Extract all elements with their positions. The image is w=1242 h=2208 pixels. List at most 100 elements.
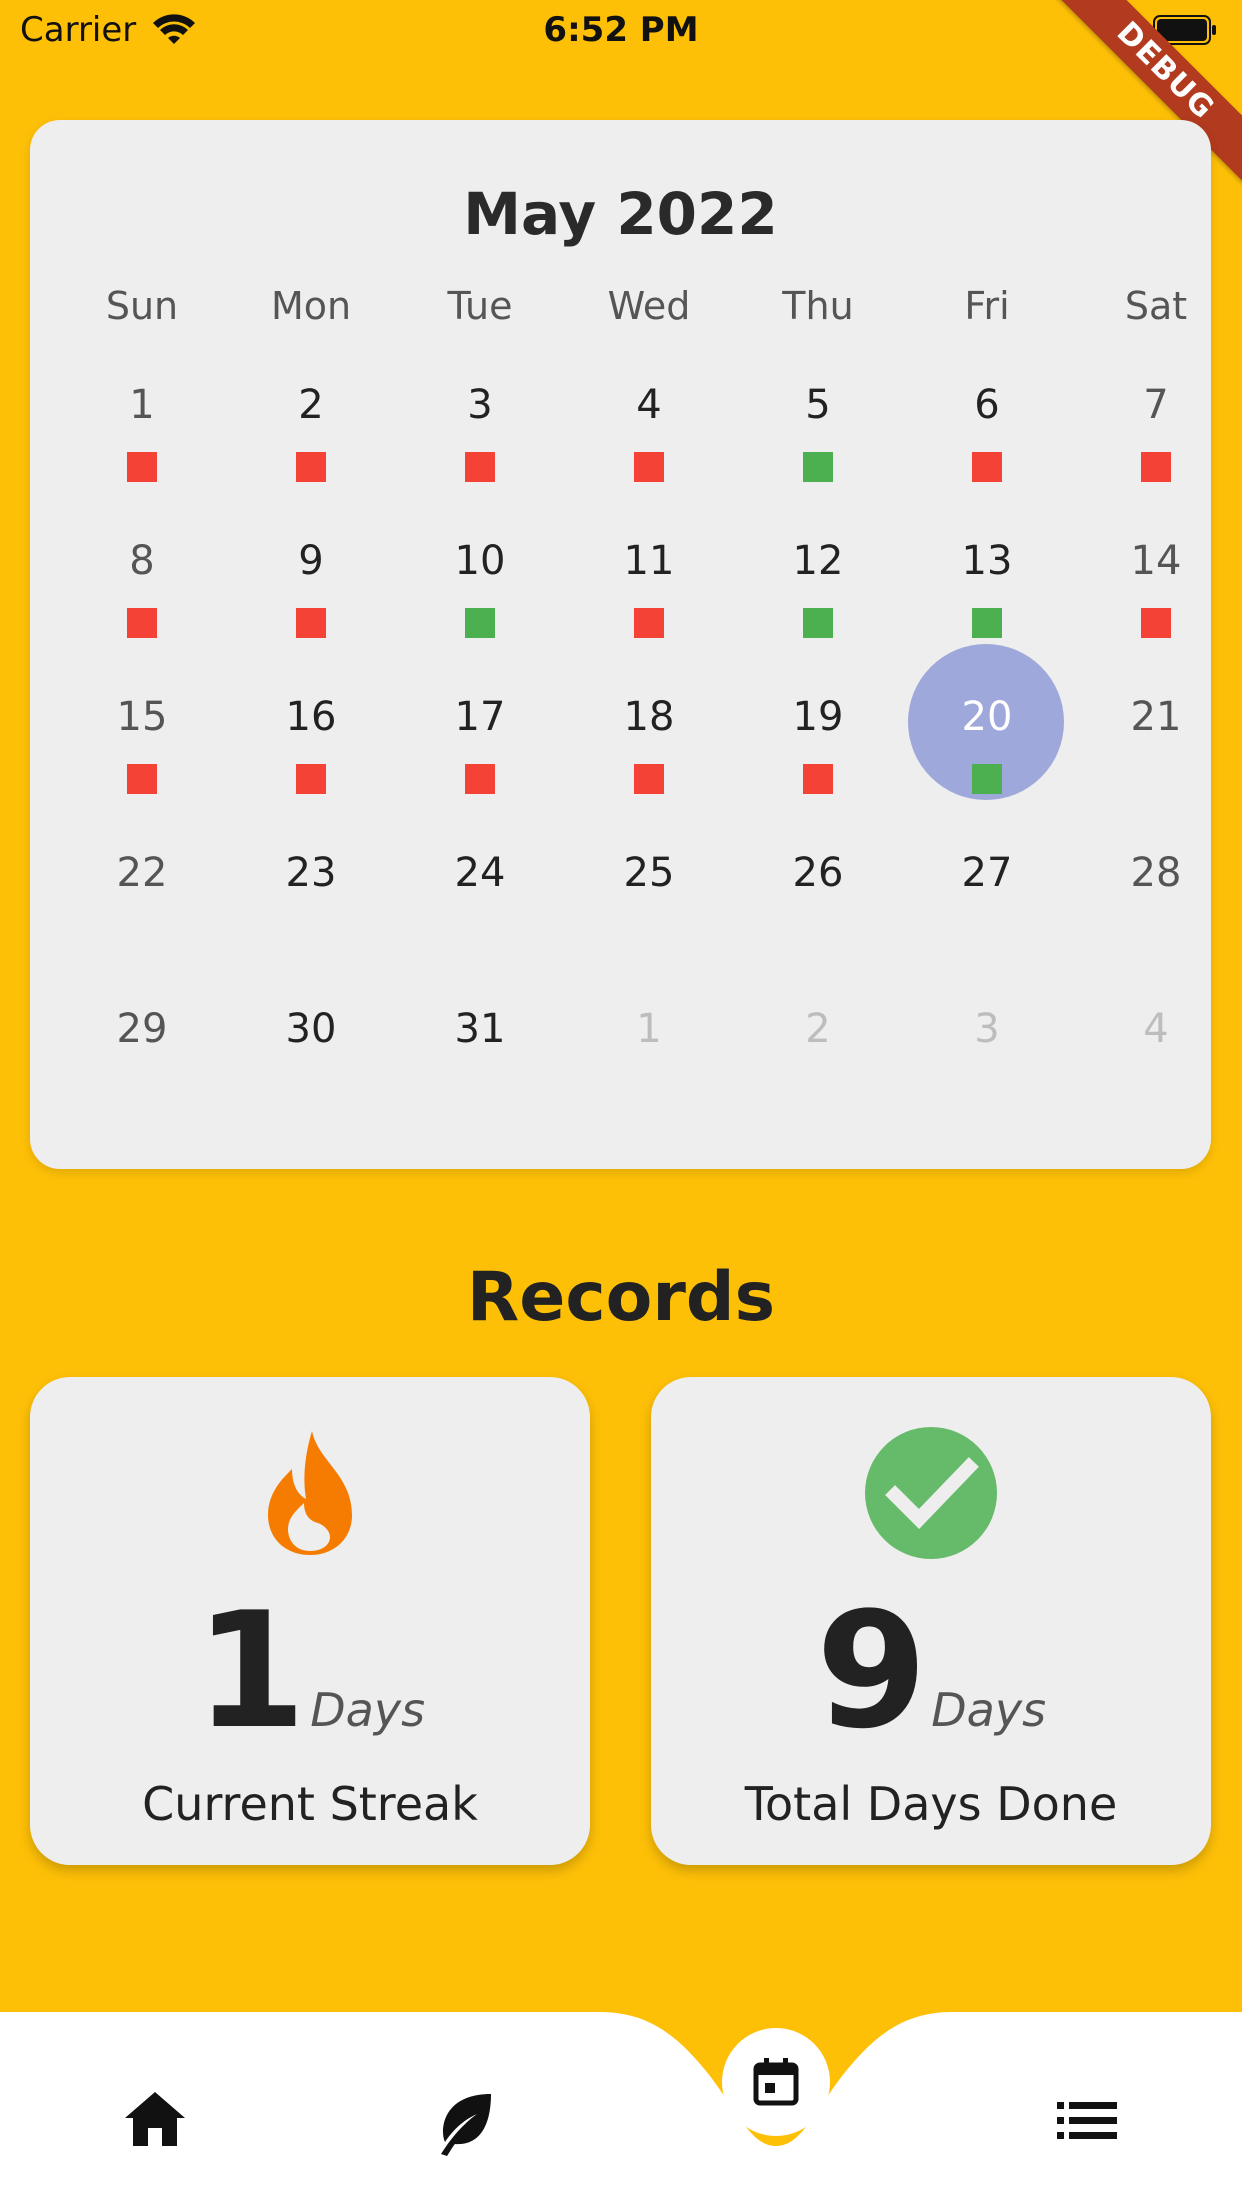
calendar-day-number: 1 <box>129 382 155 428</box>
calendar-day-number: 26 <box>792 850 844 896</box>
missed-marker <box>296 764 326 794</box>
calendar-day-number: 4 <box>1143 1006 1169 1052</box>
status-bar: Carrier 6:52 PM <box>0 0 1242 62</box>
calendar-day-number: 6 <box>974 382 1000 428</box>
calendar-day-number: 16 <box>285 694 337 740</box>
done-marker <box>465 608 495 638</box>
calendar-day[interactable]: 1 <box>565 1006 733 1156</box>
missed-marker <box>1141 608 1171 638</box>
calendar-day[interactable]: 28 <box>1072 850 1240 1000</box>
calendar-day[interactable]: 6 <box>903 382 1071 532</box>
check-circle-icon <box>865 1427 997 1559</box>
calendar-day-number: 2 <box>805 1006 831 1052</box>
calendar-day[interactable]: 21 <box>1072 694 1240 844</box>
missed-marker <box>296 608 326 638</box>
current-streak-card[interactable]: 1Days Current Streak <box>30 1377 590 1865</box>
calendar-day[interactable]: 2 <box>734 1006 902 1156</box>
calendar-day[interactable]: 7 <box>1072 382 1240 532</box>
missed-marker <box>465 764 495 794</box>
calendar-day[interactable]: 19 <box>734 694 902 844</box>
calendar-day-number: 8 <box>129 538 155 584</box>
calendar-day[interactable]: 16 <box>227 694 395 844</box>
calendar-day-number: 25 <box>623 850 675 896</box>
calendar-day-number: 5 <box>805 382 831 428</box>
calendar-day-number: 24 <box>454 850 506 896</box>
missed-marker <box>465 452 495 482</box>
calendar-day[interactable]: 20 <box>903 644 1071 844</box>
calendar-day-number: 9 <box>298 538 324 584</box>
calendar-day[interactable]: 9 <box>227 538 395 688</box>
calendar-day[interactable]: 10 <box>396 538 564 688</box>
records-title: Records <box>466 1258 776 1337</box>
missed-marker <box>127 764 157 794</box>
calendar-day[interactable]: 4 <box>1072 1006 1240 1156</box>
total-days-card[interactable]: 9Days Total Days Done <box>651 1377 1211 1865</box>
missed-marker <box>634 452 664 482</box>
total-days-unit: Days <box>931 1683 1047 1737</box>
calendar-day-number: 29 <box>116 1006 168 1052</box>
calendar-day[interactable]: 1 <box>58 382 226 532</box>
calendar-day[interactable]: 27 <box>903 850 1071 1000</box>
done-marker <box>972 764 1002 794</box>
missed-marker <box>972 452 1002 482</box>
calendar-card: May 2022 Sun Mon Tue Wed Thu Fri Sat 123456789… <box>30 120 1211 1169</box>
calendar-day-number: 1 <box>636 1006 662 1052</box>
calendar-day[interactable]: 3 <box>396 382 564 532</box>
calendar-day[interactable]: 5 <box>734 382 902 532</box>
calendar-day[interactable]: 3 <box>903 1006 1071 1156</box>
calendar-day-number: 4 <box>636 382 662 428</box>
calendar-day-number: 11 <box>623 538 675 584</box>
missed-marker <box>634 608 664 638</box>
calendar-day[interactable]: 17 <box>396 694 564 844</box>
done-marker <box>972 608 1002 638</box>
calendar-day-number: 19 <box>792 694 844 740</box>
leaf-icon[interactable] <box>425 2080 505 2160</box>
calendar-day[interactable]: 23 <box>227 850 395 1000</box>
calendar-day[interactable]: 4 <box>565 382 733 532</box>
done-marker <box>803 452 833 482</box>
calendar-day[interactable]: 14 <box>1072 538 1240 688</box>
calendar-day[interactable]: 12 <box>734 538 902 688</box>
done-marker <box>803 608 833 638</box>
calendar-day[interactable]: 2 <box>227 382 395 532</box>
calendar-nav-button[interactable] <box>722 2028 830 2136</box>
bottom-navigation <box>0 2000 1242 2208</box>
home-icon[interactable] <box>115 2080 195 2160</box>
missed-marker <box>803 764 833 794</box>
missed-marker <box>127 608 157 638</box>
calendar-day[interactable]: 18 <box>565 694 733 844</box>
calendar-day-number: 23 <box>285 850 337 896</box>
calendar-day[interactable]: 26 <box>734 850 902 1000</box>
calendar-day[interactable]: 11 <box>565 538 733 688</box>
calendar-day-number: 22 <box>116 850 168 896</box>
calendar-day-number: 12 <box>792 538 844 584</box>
calendar-day-number: 3 <box>974 1006 1000 1052</box>
calendar-day[interactable]: 8 <box>58 538 226 688</box>
total-days-label: Total Days Done <box>744 1777 1118 1831</box>
calendar-day-number: 15 <box>116 694 168 740</box>
calendar-day-number: 7 <box>1143 382 1169 428</box>
calendar-day-number: 27 <box>961 850 1013 896</box>
calendar-day-number: 14 <box>1130 538 1182 584</box>
calendar-day-number: 20 <box>961 694 1013 740</box>
calendar-day-number: 17 <box>454 694 506 740</box>
calendar-day-number: 21 <box>1130 694 1182 740</box>
calendar-day[interactable]: 25 <box>565 850 733 1000</box>
list-icon[interactable] <box>1047 2080 1127 2160</box>
calendar-day-number: 31 <box>454 1006 506 1052</box>
calendar-day[interactable]: 15 <box>58 694 226 844</box>
calendar-day-number: 3 <box>467 382 493 428</box>
total-days-value: 9Days <box>651 1577 1211 1764</box>
calendar-day[interactable]: 31 <box>396 1006 564 1156</box>
calendar-day-number: 28 <box>1130 850 1182 896</box>
current-streak-label: Current Streak <box>142 1777 478 1831</box>
missed-marker <box>1141 452 1171 482</box>
status-time: 6:52 PM <box>543 10 699 50</box>
calendar-day[interactable]: 22 <box>58 850 226 1000</box>
calendar-day-number: 18 <box>623 694 675 740</box>
calendar-icon <box>753 2058 799 2106</box>
calendar-day[interactable]: 29 <box>58 1006 226 1156</box>
calendar-day[interactable]: 24 <box>396 850 564 1000</box>
calendar-day[interactable]: 30 <box>227 1006 395 1156</box>
calendar-day-number: 30 <box>285 1006 337 1052</box>
